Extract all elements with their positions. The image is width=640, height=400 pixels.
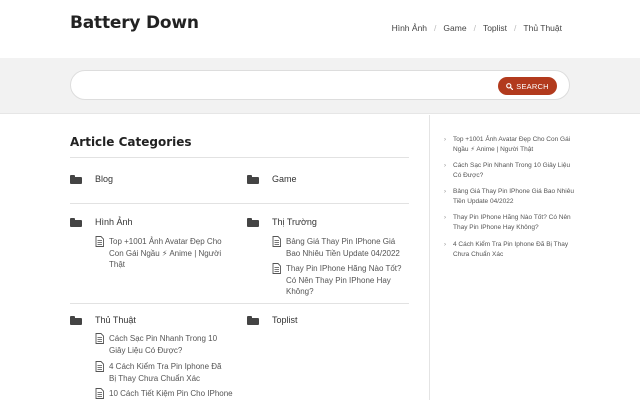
category-name[interactable]: Hình Ảnh <box>95 217 133 227</box>
sidebar-item[interactable]: › Bảng Giá Thay Pin IPhone Giá Bao Nhiêu… <box>444 187 574 207</box>
article-title: Top +1001 Ảnh Avatar Đẹp Cho Con Gái Ngầ… <box>109 237 222 269</box>
document-icon <box>272 263 281 274</box>
document-icon <box>95 333 104 344</box>
article-link[interactable]: Cách Sạc Pin Nhanh Trong 10 Giây Liệu Có… <box>95 333 230 356</box>
article-link[interactable]: Top +1001 Ảnh Avatar Đẹp Cho Con Gái Ngầ… <box>95 236 230 271</box>
bullet: › <box>444 215 446 221</box>
article-title: Cách Sạc Pin Nhanh Trong 10 Giây Liệu Có… <box>109 334 218 355</box>
category-name[interactable]: Game <box>272 174 297 184</box>
bullet: › <box>444 137 446 143</box>
article-categories-title: Article Categories <box>70 135 192 149</box>
nav-item-toplist[interactable]: Toplist <box>483 23 507 33</box>
sidebar-item-label: Bảng Giá Thay Pin IPhone Giá Bao Nhiêu T… <box>453 188 574 205</box>
folder-icon <box>70 217 82 227</box>
category-name[interactable]: Thị Trường <box>272 217 317 227</box>
folder-icon <box>247 315 259 325</box>
sidebar-item[interactable]: › Cách Sạc Pin Nhanh Trong 10 Giây Liệu … <box>444 161 574 181</box>
nav-item-hinh-anh[interactable]: Hình Ảnh <box>392 23 427 33</box>
article-title: Thay Pin IPhone Hãng Nào Tốt? Có Nên Tha… <box>286 264 402 296</box>
sidebar-item-label: 4 Cách Kiểm Tra Pin Iphone Đã Bị Thay Ch… <box>453 241 569 258</box>
category-name[interactable]: Thủ Thuật <box>95 315 136 325</box>
search-box <box>70 70 570 100</box>
nav-separator: / <box>514 23 517 33</box>
category-name[interactable]: Blog <box>95 174 113 184</box>
sidebar-divider <box>429 115 430 400</box>
category-blog: Blog <box>70 174 113 184</box>
article-link[interactable]: 10 Cách Tiết Kiệm Pin Cho IPhone <box>95 388 235 400</box>
search-input[interactable] <box>85 78 485 94</box>
category-hinh-anh: Hình Ảnh <box>70 217 133 227</box>
article-link[interactable]: Thay Pin IPhone Hãng Nào Tốt? Có Nên Tha… <box>272 263 410 298</box>
site-title[interactable]: Battery Down <box>70 13 199 33</box>
folder-icon <box>247 174 259 184</box>
document-icon <box>95 236 104 247</box>
divider <box>70 203 409 204</box>
bullet: › <box>444 189 446 195</box>
document-icon <box>95 388 104 399</box>
nav-item-thu-thuat[interactable]: Thủ Thuật <box>523 23 562 33</box>
sidebar-item[interactable]: › Thay Pin IPhone Hãng Nào Tốt? Có Nên T… <box>444 213 574 233</box>
sidebar-item-label: Top +1001 Ảnh Avatar Đẹp Cho Con Gái Ngầ… <box>453 136 571 153</box>
divider <box>70 157 409 158</box>
bullet: › <box>444 242 446 248</box>
nav-separator: / <box>434 23 437 33</box>
article-link[interactable]: 4 Cách Kiểm Tra Pin Iphone Đã Bị Thay Ch… <box>95 361 230 384</box>
article-title: Bảng Giá Thay Pin IPhone Giá Bao Nhiêu T… <box>286 237 400 258</box>
nav-separator: / <box>473 23 476 33</box>
main-nav: Hình Ảnh / Game / Toplist / Thủ Thuật <box>392 23 562 33</box>
folder-icon <box>247 217 259 227</box>
divider <box>70 303 409 304</box>
search-button-label: SEARCH <box>516 81 549 91</box>
folder-icon <box>70 315 82 325</box>
category-thi-truong: Thị Trường <box>247 217 317 227</box>
sidebar-item[interactable]: › 4 Cách Kiểm Tra Pin Iphone Đã Bị Thay … <box>444 240 574 260</box>
bullet: › <box>444 163 446 169</box>
category-name[interactable]: Toplist <box>272 315 298 325</box>
article-title: 4 Cách Kiểm Tra Pin Iphone Đã Bị Thay Ch… <box>109 362 222 383</box>
category-thu-thuat: Thủ Thuật <box>70 315 136 325</box>
folder-icon <box>70 174 82 184</box>
nav-item-game[interactable]: Game <box>443 23 466 33</box>
document-icon <box>95 361 104 372</box>
article-link[interactable]: Bảng Giá Thay Pin IPhone Giá Bao Nhiêu T… <box>272 236 410 259</box>
search-button[interactable]: SEARCH <box>498 77 557 95</box>
search-icon <box>506 82 514 90</box>
sidebar-item-label: Thay Pin IPhone Hãng Nào Tốt? Có Nên Tha… <box>453 214 571 231</box>
site-header: Battery Down Hình Ảnh / Game / Toplist /… <box>0 0 640 58</box>
sidebar-item[interactable]: › Top +1001 Ảnh Avatar Đẹp Cho Con Gái N… <box>444 135 574 155</box>
document-icon <box>272 236 281 247</box>
category-game: Game <box>247 174 297 184</box>
category-toplist: Toplist <box>247 315 298 325</box>
sidebar-item-label: Cách Sạc Pin Nhanh Trong 10 Giây Liệu Có… <box>453 162 571 179</box>
article-title: 10 Cách Tiết Kiệm Pin Cho IPhone <box>109 389 233 398</box>
